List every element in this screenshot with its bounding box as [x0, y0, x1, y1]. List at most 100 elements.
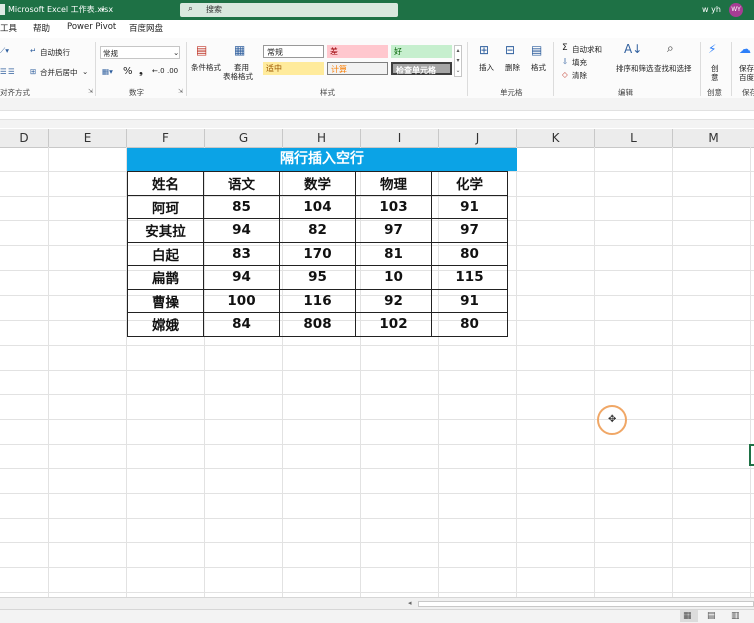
percent-icon[interactable]: %	[123, 66, 133, 77]
clear-button[interactable]: 清除	[572, 70, 587, 81]
column-header-d[interactable]: D	[0, 129, 49, 147]
merge-dropdown-icon[interactable]: ⌄	[82, 67, 88, 76]
alignment-launcher-icon[interactable]: ⇲	[88, 88, 93, 95]
scroll-thumb[interactable]	[418, 601, 754, 607]
cell-math[interactable]: 104	[279, 194, 356, 219]
chevron-down-icon: ⌄	[173, 48, 180, 57]
create-label-2[interactable]: 意	[711, 72, 719, 83]
cell-name[interactable]: 扁鹊	[127, 265, 204, 290]
user-name[interactable]: w yh	[702, 0, 721, 20]
cell-chemistry[interactable]: 91	[431, 194, 508, 219]
cell-physics[interactable]: 92	[355, 288, 432, 313]
format-button[interactable]: 格式	[531, 62, 546, 73]
header-name[interactable]: 姓名	[127, 171, 204, 196]
column-header-g[interactable]: G	[205, 129, 283, 147]
style-normal[interactable]: 常规	[263, 45, 324, 58]
styles-scroll-icon[interactable]: ▴ ▾ ⌄	[454, 45, 462, 77]
number-launcher-icon[interactable]: ⇲	[178, 88, 183, 95]
cell-math[interactable]: 116	[279, 288, 356, 313]
cell-name[interactable]: 白起	[127, 241, 204, 266]
column-header-l[interactable]: L	[595, 129, 673, 147]
style-bad[interactable]: 差	[327, 45, 388, 58]
normal-view-icon[interactable]: ▦	[683, 611, 692, 621]
grid-hline	[0, 419, 754, 420]
menu-item-help[interactable]: 帮助	[33, 22, 50, 34]
comma-icon[interactable]: ❟	[139, 66, 143, 77]
cell-name[interactable]: 安其拉	[127, 218, 204, 243]
cell-chemistry[interactable]: 115	[431, 265, 508, 290]
grid-hline	[0, 518, 754, 519]
fill-button[interactable]: 填充	[572, 57, 587, 68]
avatar[interactable]: WY	[729, 3, 743, 17]
cell-physics[interactable]: 10	[355, 265, 432, 290]
header-physics[interactable]: 物理	[355, 171, 432, 196]
header-chinese[interactable]: 语文	[203, 171, 280, 196]
column-header-i[interactable]: I	[361, 129, 439, 147]
cell-math[interactable]: 808	[279, 312, 356, 337]
cell-math[interactable]: 170	[279, 241, 356, 266]
column-header-k[interactable]: K	[517, 129, 595, 147]
cell-name[interactable]: 阿珂	[127, 194, 204, 219]
selected-cell-edge[interactable]	[749, 444, 754, 466]
cell-chinese[interactable]: 84	[203, 312, 280, 337]
cell-math[interactable]: 82	[279, 218, 356, 243]
save-label-2[interactable]: 百度	[739, 72, 754, 83]
autosum-button[interactable]: 自动求和	[572, 44, 602, 55]
page-break-view-icon[interactable]: ▥	[731, 611, 740, 621]
increase-decimal-icon[interactable]: ←.0	[152, 67, 165, 75]
search-box[interactable]: ⌕ 搜索	[180, 3, 398, 17]
baidu-cloud-icon: ☁	[739, 42, 751, 56]
cell-chemistry[interactable]: 97	[431, 218, 508, 243]
page-layout-view-icon[interactable]: ▤	[707, 611, 716, 621]
table-title[interactable]: 隔行插入空行	[127, 148, 517, 171]
find-select-button[interactable]: 查找和选择	[654, 63, 692, 74]
table-format-label-2[interactable]: 表格格式	[223, 71, 253, 82]
number-format-select[interactable]: 常规 ⌄	[100, 46, 180, 59]
sort-filter-button[interactable]: 排序和筛选	[616, 63, 654, 74]
menu-item-power-pivot[interactable]: Power Pivot	[67, 22, 116, 32]
cell-name[interactable]: 嫦娥	[127, 312, 204, 337]
title-dropdown-icon[interactable]: ▾	[101, 0, 105, 20]
cell-chemistry[interactable]: 80	[431, 312, 508, 337]
orientation-icon[interactable]: ⟋▾	[0, 46, 9, 56]
style-neutral[interactable]: 适中	[263, 62, 324, 75]
cell-chinese[interactable]: 94	[203, 265, 280, 290]
cell-math[interactable]: 95	[279, 265, 356, 290]
merge-center-button[interactable]: 合并后居中	[40, 67, 78, 78]
cell-name[interactable]: 曹操	[127, 288, 204, 313]
currency-icon[interactable]: ▦▾	[102, 67, 113, 76]
cell-physics[interactable]: 102	[355, 312, 432, 337]
table-row: 阿珂 85 104 103 91	[127, 194, 508, 219]
cell-physics[interactable]: 81	[355, 241, 432, 266]
style-check-cell[interactable]: 检查单元格	[391, 62, 452, 75]
column-header-e[interactable]: E	[49, 129, 127, 147]
style-good[interactable]: 好	[391, 45, 452, 58]
column-header-h[interactable]: H	[283, 129, 361, 147]
delete-button[interactable]: 删除	[505, 62, 520, 73]
wrap-text-button[interactable]: 自动换行	[40, 47, 70, 58]
header-math[interactable]: 数学	[279, 171, 356, 196]
cell-chinese[interactable]: 85	[203, 194, 280, 219]
grid-hline	[0, 370, 754, 371]
column-header-f[interactable]: F	[127, 129, 205, 147]
indent-increase-icon[interactable]: ☰	[8, 67, 15, 76]
column-header-m[interactable]: M	[673, 129, 754, 147]
insert-button[interactable]: 插入	[479, 62, 494, 73]
indent-icon[interactable]: ☰	[0, 67, 7, 76]
menu-item-baidu-netdisk[interactable]: 百度网盘	[129, 22, 163, 34]
formula-bar[interactable]	[0, 110, 754, 120]
cell-physics[interactable]: 103	[355, 194, 432, 219]
cell-chinese[interactable]: 83	[203, 241, 280, 266]
cell-physics[interactable]: 97	[355, 218, 432, 243]
cell-chemistry[interactable]: 80	[431, 241, 508, 266]
header-chemistry[interactable]: 化学	[431, 171, 508, 196]
style-calculation[interactable]: 计算	[327, 62, 388, 75]
scroll-left-icon[interactable]: ◂	[408, 599, 412, 607]
cell-chemistry[interactable]: 91	[431, 288, 508, 313]
decrease-decimal-icon[interactable]: .00	[167, 67, 178, 75]
column-header-j[interactable]: J	[439, 129, 517, 147]
cell-chinese[interactable]: 94	[203, 218, 280, 243]
menu-item-tools[interactable]: 工具	[0, 22, 17, 34]
cell-chinese[interactable]: 100	[203, 288, 280, 313]
conditional-format-button[interactable]: 条件格式	[191, 62, 221, 73]
